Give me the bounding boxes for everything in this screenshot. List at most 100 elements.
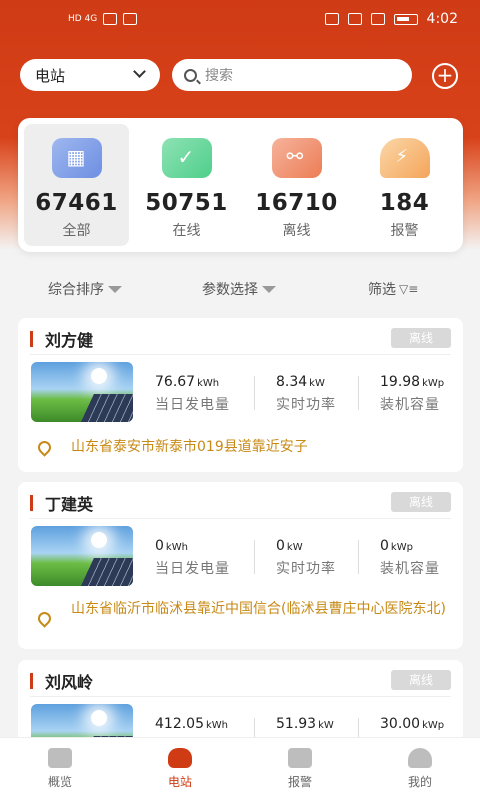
caret-down-icon xyxy=(262,285,276,293)
tab-label: 我的 xyxy=(407,775,432,789)
eye-icon xyxy=(324,13,339,25)
power-unit: kW xyxy=(309,378,325,389)
tab-overview[interactable]: 概览 xyxy=(30,748,90,790)
stat-alarm[interactable]: 184 报警 xyxy=(352,124,457,246)
daily-label: 当日发电量 xyxy=(155,561,230,577)
station-address: 山东省临沂市临沭县靠近中国信合(临沭县曹庄中心医院东北) xyxy=(71,601,446,617)
sun-graphic xyxy=(91,368,107,384)
accent-bar xyxy=(30,673,33,689)
station-stats-card: 67461 全部 50751 在线 16710 离线 184 报警 xyxy=(18,118,463,252)
filter-button[interactable]: 筛选 ▽≡ xyxy=(368,279,418,299)
power-value: 51.93 xyxy=(276,716,317,732)
offline-icon xyxy=(271,138,322,178)
location-pin-icon xyxy=(35,438,54,457)
divider xyxy=(358,540,359,574)
location-pin-icon xyxy=(35,609,54,628)
divider xyxy=(30,354,451,355)
signal-icon xyxy=(103,13,118,25)
status-badge: 离线 xyxy=(391,670,451,690)
daily-unit: kWh xyxy=(197,378,220,389)
online-icon xyxy=(161,138,212,178)
tab-mine[interactable]: 我的 xyxy=(390,748,450,790)
capacity-value: 0 xyxy=(380,538,389,554)
search-input[interactable]: 搜索 xyxy=(172,59,412,91)
funnel-icon: ▽≡ xyxy=(399,282,419,296)
capacity-unit: kWp xyxy=(422,720,445,731)
capacity-unit: kWp xyxy=(422,378,445,389)
stat-offline[interactable]: 16710 离线 xyxy=(244,124,349,246)
status-badge: 离线 xyxy=(391,328,451,348)
battery-icon xyxy=(393,13,418,25)
sort-label: 综合排序 xyxy=(48,282,104,298)
status-right: 4:02 xyxy=(324,11,458,27)
daily-value: 0 xyxy=(155,538,164,554)
daily-label: 当日发电量 xyxy=(155,397,230,413)
station-card[interactable]: 丁建英 离线 0 kWh 当日发电量 0 kW 实时功率 0 kWp 装机容量 山东省… xyxy=(18,482,463,649)
stat-value: 67461 xyxy=(35,190,118,216)
stat-label: 在线 xyxy=(172,223,201,239)
daily-unit: kWh xyxy=(165,542,188,553)
installed-capacity: 30.00 kWp xyxy=(380,716,444,732)
capacity-value: 30.00 xyxy=(380,716,421,732)
status-badge: 离线 xyxy=(391,492,451,512)
station-type-select[interactable]: 电站 xyxy=(20,59,160,91)
caret-down-icon xyxy=(108,285,122,293)
stat-value: 50751 xyxy=(145,190,228,216)
stat-label: 报警 xyxy=(390,223,419,239)
power-label: 实时功率 xyxy=(276,561,336,577)
realtime-power: 0 kW 实时功率 xyxy=(276,538,336,578)
power-label: 实时功率 xyxy=(276,397,336,413)
grid-icon xyxy=(51,138,102,178)
status-left: HD 4G xyxy=(68,13,138,25)
search-icon xyxy=(184,68,197,82)
sort-dropdown[interactable]: 综合排序 xyxy=(48,279,122,299)
network-indicator: HD 4G xyxy=(68,14,98,24)
tab-label: 电站 xyxy=(167,775,192,789)
clock: 4:02 xyxy=(426,11,458,27)
accent-bar xyxy=(30,495,33,511)
sun-graphic xyxy=(91,532,107,548)
station-icon xyxy=(168,748,192,768)
chevron-down-icon xyxy=(133,65,146,78)
realtime-power: 8.34 kW 实时功率 xyxy=(276,374,336,414)
daily-generation: 412.05 kWh xyxy=(155,716,228,732)
stat-label: 全部 xyxy=(62,223,91,239)
solar-panel-graphic xyxy=(76,394,133,422)
station-name: 刘风岭 xyxy=(45,673,94,692)
installed-capacity: 0 kWp 装机容量 xyxy=(380,538,440,578)
plus-icon: + xyxy=(436,63,454,87)
filter-bar: 综合排序 参数选择 筛选 ▽≡ xyxy=(0,275,480,301)
tab-label: 概览 xyxy=(47,775,72,789)
station-card[interactable]: 刘方健 离线 76.67 kWh 当日发电量 8.34 kW 实时功率 19.98 k… xyxy=(18,318,463,472)
station-thumbnail xyxy=(31,362,133,422)
top-bar: 电站 搜索 + xyxy=(20,59,465,91)
alarm-icon xyxy=(379,138,430,178)
add-station-button[interactable]: + xyxy=(432,63,458,89)
station-address: 山东省泰安市新泰市019县道靠近安子 xyxy=(71,439,308,455)
tab-station[interactable]: 电站 xyxy=(150,748,210,790)
user-icon xyxy=(408,748,432,768)
tab-alarm[interactable]: 报警 xyxy=(270,748,330,790)
capacity-label: 装机容量 xyxy=(380,397,440,413)
capacity-unit: kWp xyxy=(390,542,413,553)
param-dropdown[interactable]: 参数选择 xyxy=(202,279,276,299)
stat-value: 184 xyxy=(379,190,430,216)
power-value: 8.34 xyxy=(276,374,308,390)
stat-label: 离线 xyxy=(282,223,311,239)
sun-graphic xyxy=(91,710,107,726)
param-label: 参数选择 xyxy=(202,282,258,298)
stat-value: 16710 xyxy=(255,190,338,216)
station-select-label: 电站 xyxy=(35,66,66,85)
station-name: 刘方健 xyxy=(45,331,94,350)
daily-generation: 76.67 kWh 当日发电量 xyxy=(155,374,230,414)
realtime-power: 51.93 kW xyxy=(276,716,334,732)
location-icon xyxy=(347,13,362,25)
daily-generation: 0 kWh 当日发电量 xyxy=(155,538,230,578)
vibrate-icon xyxy=(370,13,385,25)
stat-all[interactable]: 67461 全部 xyxy=(24,124,129,246)
stat-online[interactable]: 50751 在线 xyxy=(134,124,239,246)
divider xyxy=(358,376,359,410)
capacity-label: 装机容量 xyxy=(380,561,440,577)
daily-unit: kWh xyxy=(206,720,229,731)
alarm-icon xyxy=(288,748,312,768)
